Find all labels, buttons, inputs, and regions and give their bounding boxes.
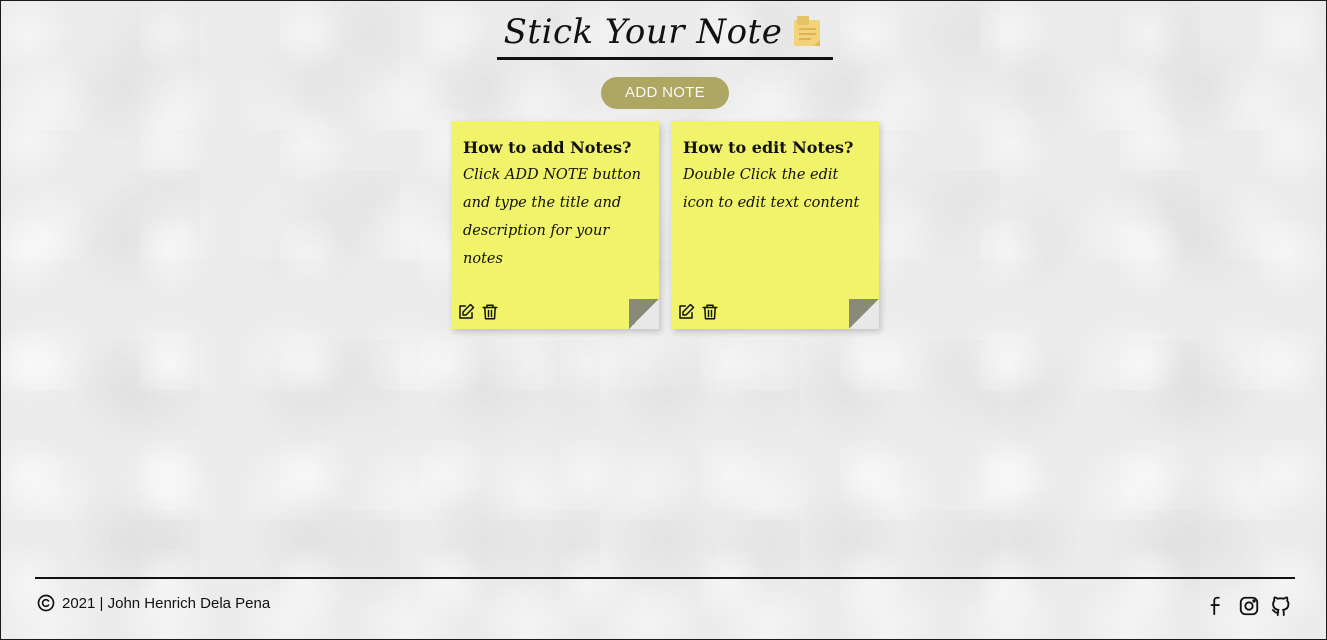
note-description: Click ADD NOTE button and type the title…	[463, 167, 642, 267]
note-description: Double Click the edit icon to edit text …	[683, 167, 860, 211]
edit-icon[interactable]	[677, 303, 695, 321]
instagram-icon[interactable]	[1238, 595, 1260, 617]
sticky-note-icon	[794, 16, 821, 46]
footer-divider	[35, 577, 1295, 579]
note-card[interactable]: How to add Notes? Click ADD NOTE button …	[451, 121, 659, 329]
notes-board: How to add Notes? Click ADD NOTE button …	[451, 121, 879, 329]
edit-icon[interactable]	[457, 303, 475, 321]
page-title: Stick Your Note	[503, 12, 783, 52]
page-fold	[629, 299, 659, 329]
copyright-icon	[37, 594, 55, 612]
social-links	[1206, 595, 1292, 617]
trash-icon[interactable]	[701, 303, 719, 321]
note-title: How to add Notes?	[463, 138, 632, 157]
page-fold	[849, 299, 879, 329]
footer-copyright: 2021 | John Henrich Dela Pena	[36, 593, 270, 613]
trash-icon[interactable]	[481, 303, 499, 321]
app-header: Stick Your Note	[497, 7, 833, 60]
note-actions	[677, 303, 719, 321]
footer-text: 2021 | John Henrich Dela Pena	[62, 594, 271, 612]
github-icon[interactable]	[1270, 595, 1292, 617]
note-title: How to edit Notes?	[683, 138, 854, 157]
note-card[interactable]: How to edit Notes? Double Click the edit…	[671, 121, 879, 329]
title-wrap: Stick Your Note	[504, 7, 827, 57]
facebook-icon[interactable]	[1206, 595, 1228, 617]
note-actions	[457, 303, 499, 321]
add-note-button[interactable]: ADD NOTE	[601, 77, 729, 109]
